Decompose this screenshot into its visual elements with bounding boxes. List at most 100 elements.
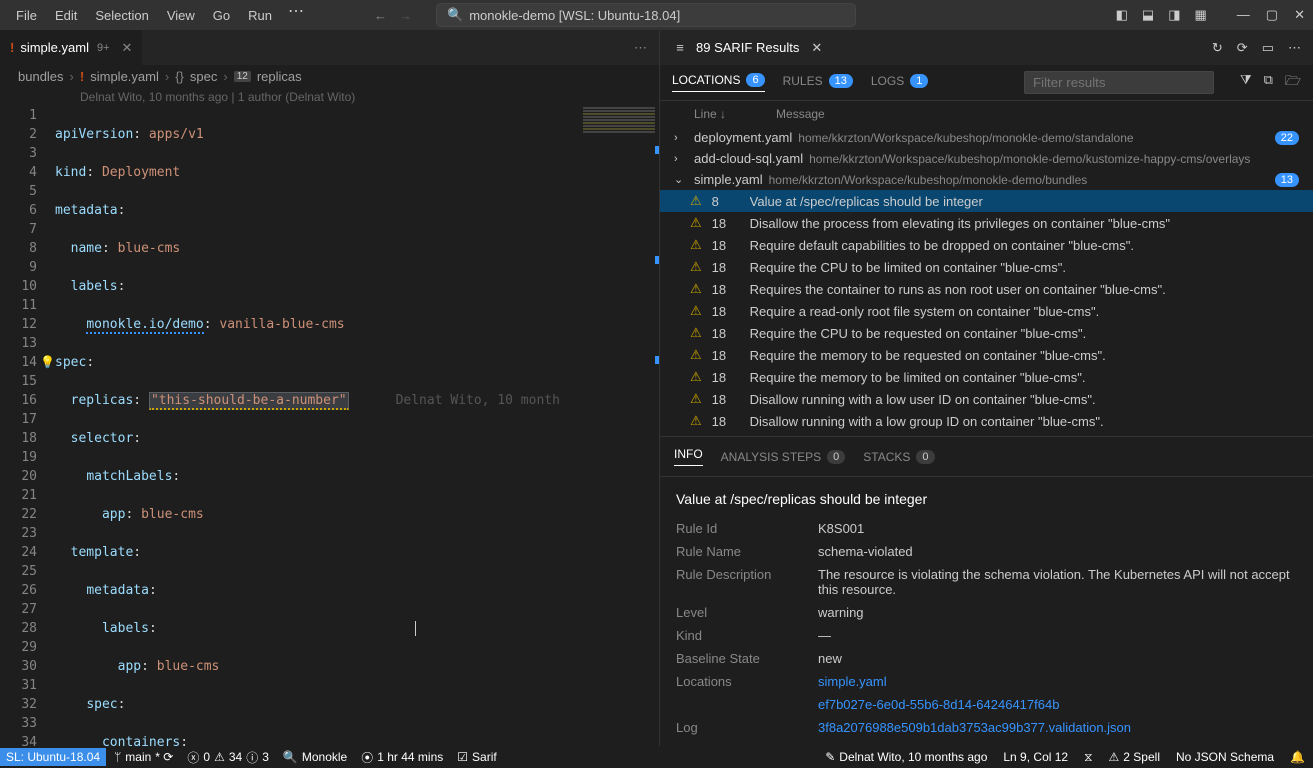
sb-branch[interactable]: ᛘ main* ⟳ <box>114 750 173 764</box>
result-row[interactable]: ⚠ 18 Require the memory to be limited on… <box>660 366 1313 388</box>
sb-schema[interactable]: No JSON Schema <box>1176 750 1274 764</box>
result-row[interactable]: ⚠ 18 Require the CPU to be requested on … <box>660 322 1313 344</box>
close-icon[interactable]: ✕ <box>1294 7 1305 23</box>
value-rule-desc: The resource is violating the schema vio… <box>818 567 1297 597</box>
value-locations[interactable]: simple.yaml <box>818 674 1297 689</box>
layout-controls: ◧ ⬓ ◨ ▦ — ▢ ✕ <box>1116 7 1305 23</box>
menu-go[interactable]: Go <box>205 4 238 27</box>
breadcrumb[interactable]: bundles › ! simple.yaml › {} spec › 12 r… <box>0 65 659 88</box>
sb-bell-icon[interactable]: 🔔 <box>1290 750 1305 764</box>
sb-blame[interactable]: ✎ Delnat Wito, 10 months ago <box>825 750 987 764</box>
count-badge: 22 <box>1275 131 1299 145</box>
sarif-pane: ≡ 89 SARIF Results ✕ ↻ ⟳ ▭ ⋯ LOCATIONS6 … <box>660 30 1313 746</box>
sb-wsl[interactable]: SL: Ubuntu-18.04 <box>0 748 106 766</box>
code-content[interactable]: apiVersion: apps/v1 kind: Deployment met… <box>55 106 659 746</box>
menu-view[interactable]: View <box>159 4 203 27</box>
command-center[interactable]: 🔍 monokle-demo [WSL: Ubuntu-18.04] <box>436 3 856 27</box>
result-row[interactable]: ⚠ 18 Disallow the process from elevating… <box>660 212 1313 234</box>
tab-rules[interactable]: RULES13 <box>783 74 853 92</box>
tab-actions[interactable]: ⋯ <box>634 30 659 65</box>
sb-time[interactable]: ⦿ 1 hr 44 mins <box>361 749 443 766</box>
close-icon[interactable]: ✕ <box>811 40 822 56</box>
result-row[interactable]: ⚠ 18 Disallow running with a low group I… <box>660 410 1313 432</box>
label-baseline: Baseline State <box>676 651 806 666</box>
panel-left-icon[interactable]: ◧ <box>1116 7 1128 23</box>
result-row[interactable]: ⚠ 18 Require default capabilities to be … <box>660 234 1313 256</box>
col-line[interactable]: Line ↓ <box>694 107 726 121</box>
label-level: Level <box>676 605 806 620</box>
copy-icon[interactable]: ⧉ <box>1264 72 1273 94</box>
result-row[interactable]: ⚠ 18 Require the memory to be requested … <box>660 344 1313 366</box>
menu-file[interactable]: File <box>8 4 45 27</box>
sb-sarif[interactable]: ☑ Sarif <box>457 750 496 764</box>
tab-logs[interactable]: LOGS1 <box>871 74 928 92</box>
git-blame: Delnat Wito, 10 months ago | 1 author (D… <box>0 88 659 106</box>
nav-back-icon[interactable]: ← <box>374 8 387 23</box>
menu-edit[interactable]: Edit <box>47 4 85 27</box>
refresh-all-icon[interactable]: ⟳ <box>1237 40 1248 56</box>
filter-input[interactable] <box>1024 71 1214 94</box>
result-row[interactable]: ⚠ 8 Value at /spec/replicas should be in… <box>660 190 1313 212</box>
result-row[interactable]: ⚠ 18 Disallow running with a low user ID… <box>660 388 1313 410</box>
sb-spell[interactable]: ⚠ 2 Spell <box>1109 750 1160 764</box>
value-baseline: new <box>818 651 1297 666</box>
sarif-results[interactable]: › deployment.yaml home/kkrzton/Workspace… <box>660 127 1313 436</box>
file-path: home/kkrzton/Workspace/kubeshop/monokle-… <box>798 131 1268 145</box>
file-row[interactable]: › add-cloud-sql.yaml home/kkrzton/Worksp… <box>660 148 1313 169</box>
menu-overflow[interactable]: ⋯ <box>282 4 310 27</box>
title-bar: File Edit Selection View Go Run ⋯ ← → 🔍 … <box>0 0 1313 30</box>
warning-icon: ⚠ <box>690 347 702 363</box>
tab-locations[interactable]: LOCATIONS6 <box>672 73 765 92</box>
warning-icon: ⚠ <box>690 193 702 209</box>
bc-replicas[interactable]: replicas <box>257 69 302 84</box>
result-row[interactable]: ⚠ 18 Require the CPU to be limited on co… <box>660 256 1313 278</box>
maximize-icon[interactable]: ▢ <box>1266 7 1278 23</box>
lightbulb-icon[interactable]: 💡 <box>40 353 55 372</box>
tab-analysis-steps[interactable]: ANALYSIS STEPS0 <box>721 450 846 464</box>
collapse-icon[interactable]: ▭ <box>1262 40 1274 56</box>
result-line: 18 <box>712 392 740 407</box>
value-guid[interactable]: ef7b027e-6e0d-55b6-8d14-64246417f64b <box>818 697 1297 712</box>
sarif-title: 89 SARIF Results <box>696 40 799 55</box>
result-row[interactable]: ⚠ 18 Requires the container to runs as n… <box>660 278 1313 300</box>
layout-grid-icon[interactable]: ▦ <box>1195 7 1207 23</box>
col-message[interactable]: Message <box>776 107 825 121</box>
tab-close-icon[interactable]: ✕ <box>122 40 133 56</box>
more-icon[interactable]: ⋯ <box>1288 40 1301 56</box>
chevron-icon: › <box>674 132 688 144</box>
filter-icon[interactable]: ⧩ <box>1240 72 1252 94</box>
menu-run[interactable]: Run <box>240 4 280 27</box>
tab-stacks[interactable]: STACKS0 <box>863 450 934 464</box>
list-icon: ≡ <box>672 40 688 56</box>
refresh-icon[interactable]: ↻ <box>1212 40 1223 56</box>
sb-monokle[interactable]: 🔍 Monokle <box>283 750 347 764</box>
bc-file[interactable]: simple.yaml <box>90 69 159 84</box>
tab-info[interactable]: INFO <box>674 447 703 466</box>
text-cursor <box>415 621 416 636</box>
sb-position[interactable]: Ln 9, Col 12 <box>1003 750 1068 764</box>
warning-icon: ⚠ <box>690 237 702 253</box>
result-row[interactable]: ⚠ 18 Require a read-only root file syste… <box>660 300 1313 322</box>
minimap[interactable] <box>579 106 659 446</box>
chevron-right-icon: › <box>165 69 169 84</box>
panel-right-icon[interactable]: ◨ <box>1168 7 1180 23</box>
chevron-right-icon: › <box>223 69 227 84</box>
folder-open-icon[interactable]: 🗁 <box>1285 72 1301 94</box>
warning-icon: ⚠ <box>690 391 702 407</box>
menu-selection[interactable]: Selection <box>87 4 156 27</box>
tab-simple-yaml[interactable]: ! simple.yaml 9+ ✕ <box>0 30 143 65</box>
warning-icon: ⚠ <box>690 413 702 429</box>
minimize-icon[interactable]: — <box>1237 7 1250 23</box>
bc-spec[interactable]: spec <box>190 69 217 84</box>
sb-problems[interactable]: ⓧ 0 ⚠ 34 ⓘ 3 <box>187 749 269 766</box>
nav-fwd-icon[interactable]: → <box>399 8 412 23</box>
file-row[interactable]: ⌄ simple.yaml home/kkrzton/Workspace/kub… <box>660 169 1313 190</box>
result-message: Requires the container to runs as non ro… <box>750 282 1299 297</box>
panel-bottom-icon[interactable]: ⬓ <box>1142 7 1154 23</box>
value-log[interactable]: 3f8a2076988e509b1dab3753ac99b377.validat… <box>818 720 1297 735</box>
search-icon: 🔍 <box>447 7 463 23</box>
sb-history-icon[interactable]: ⧖ <box>1084 750 1092 765</box>
code-area[interactable]: 12345 678910 1112131415 1617181920 21222… <box>0 106 659 746</box>
bc-root[interactable]: bundles <box>18 69 64 84</box>
file-row[interactable]: › deployment.yaml home/kkrzton/Workspace… <box>660 127 1313 148</box>
